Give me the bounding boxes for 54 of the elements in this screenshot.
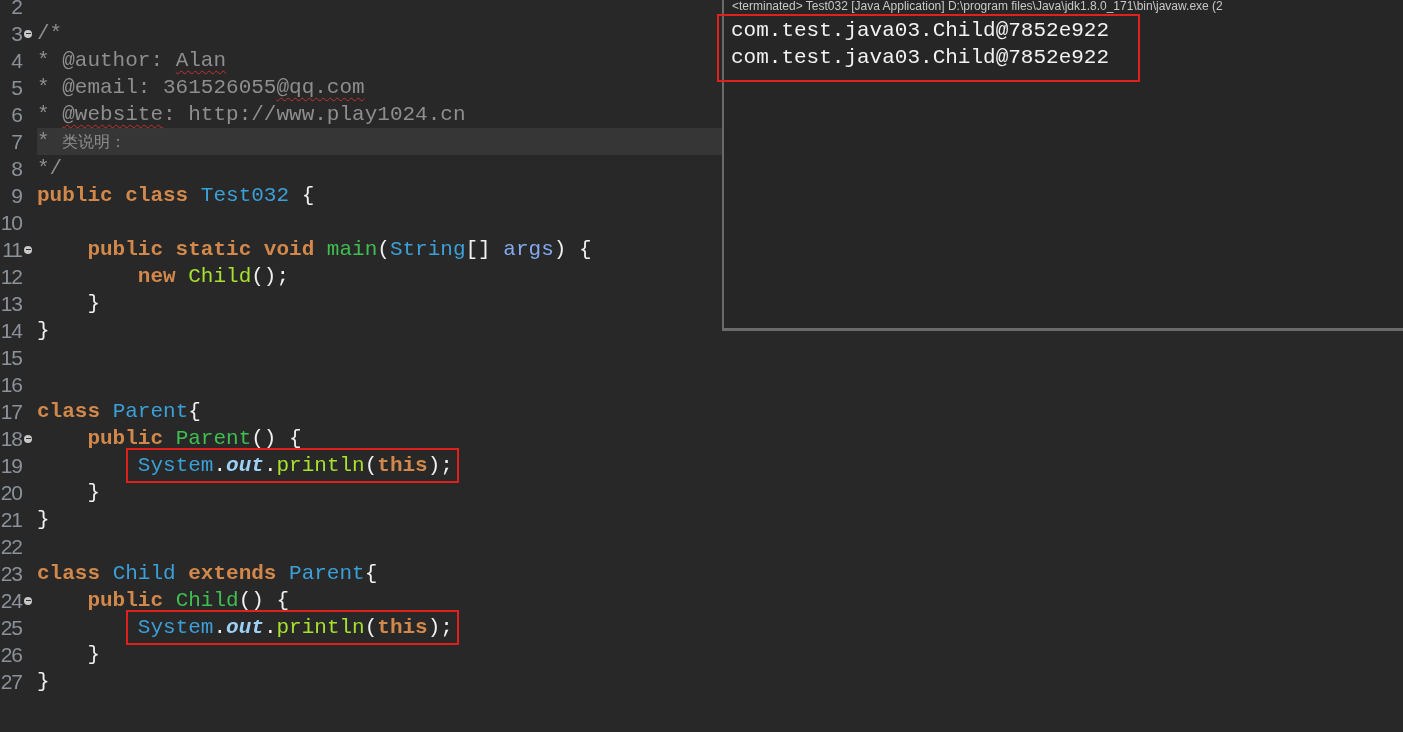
- line-number: 8: [11, 156, 22, 182]
- line-number: 3: [11, 21, 22, 47]
- line-number: 11: [2, 237, 22, 263]
- line-number: 10: [0, 210, 22, 236]
- code-line: }: [37, 669, 51, 695]
- line-number: 13: [0, 291, 22, 317]
- code-line: }: [37, 318, 51, 344]
- code-line: * @website: http://www.play1024.cn: [37, 102, 467, 128]
- line-number: 26: [0, 642, 22, 668]
- console-line: com.test.java03.Child@7852e922: [731, 45, 1111, 71]
- code-line: }: [86, 480, 101, 506]
- line-number: 22: [0, 534, 22, 560]
- code-line: new Child();: [136, 264, 291, 290]
- line-number: 17: [0, 399, 22, 425]
- collapse-icon[interactable]: [24, 434, 32, 443]
- code-line: }: [37, 507, 51, 533]
- code-line: * 类说明：: [37, 129, 128, 155]
- console-line: com.test.java03.Child@7852e922: [731, 18, 1111, 44]
- line-number: 14: [0, 318, 22, 344]
- collapse-icon[interactable]: [24, 596, 32, 605]
- code-line: public Parent() {: [86, 426, 303, 452]
- code-line: }: [86, 291, 101, 317]
- code-line: */: [37, 156, 64, 182]
- console-header: <terminated> Test032 [Java Application] D:\program files\Java\jdk1.8.0_171\bin\javaw.exe (2: [732, 0, 1223, 13]
- line-number: 27: [0, 669, 22, 695]
- code-line: class Child extends Parent{: [37, 561, 379, 587]
- line-number: 20: [0, 480, 22, 506]
- code-line: System.out.println(this);: [37, 614, 722, 641]
- code-line: }: [86, 642, 101, 668]
- line-number: 24: [0, 588, 22, 614]
- line-number: 16: [0, 372, 22, 398]
- code-line: * @author: Alan: [37, 48, 228, 74]
- code-line: public static void main(String[] args) {: [86, 237, 593, 263]
- line-number: 23: [0, 561, 22, 587]
- collapse-icon[interactable]: [24, 245, 32, 254]
- line-number: 18: [0, 426, 22, 452]
- line-number: 12: [0, 264, 22, 290]
- line-number: 5: [11, 75, 22, 101]
- line-number: 25: [0, 615, 22, 641]
- code-line: public Child() {: [86, 588, 291, 614]
- code-line: /*: [37, 21, 64, 47]
- line-number: 9: [11, 183, 22, 209]
- line-number: 4: [11, 48, 22, 74]
- collapse-icon[interactable]: [24, 29, 32, 38]
- line-number: 7: [11, 129, 22, 155]
- code-line: System.out.println(this);: [37, 452, 722, 479]
- line-number: 6: [11, 102, 22, 128]
- line-number: 2: [11, 0, 22, 20]
- line-number: 15: [0, 345, 22, 371]
- line-number: 19: [0, 453, 22, 479]
- code-line: * @email: 361526055@qq.com: [37, 75, 366, 101]
- code-line: class Parent{: [37, 399, 202, 425]
- code-line: public class Test032 {: [37, 183, 316, 209]
- line-number: 21: [0, 507, 22, 533]
